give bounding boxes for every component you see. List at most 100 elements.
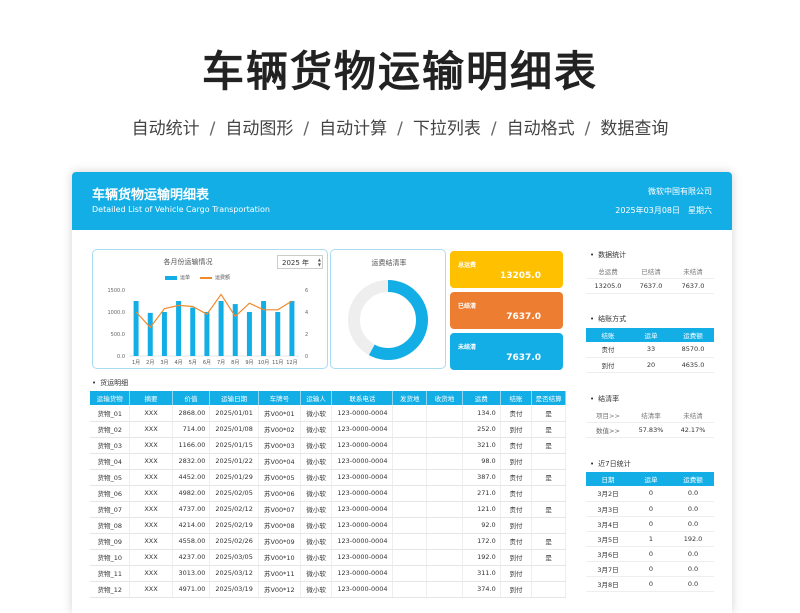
table-cell[interactable]: 到付	[500, 581, 533, 598]
table-cell[interactable]: 微小软	[300, 405, 333, 422]
table-cell[interactable]: 苏V00*08	[258, 517, 301, 534]
table-cell[interactable]: XXX	[129, 549, 173, 566]
table-cell[interactable]: XXX	[129, 581, 173, 598]
table-cell[interactable]: XXX	[129, 453, 173, 470]
table-cell[interactable]: 2025/01/08	[209, 421, 259, 438]
table-cell[interactable]: 到付	[500, 517, 533, 534]
table-cell[interactable]: 134.0	[462, 405, 501, 422]
table-cell[interactable]: 责付	[500, 485, 533, 502]
table-cell[interactable]: 责付	[500, 437, 533, 454]
table-cell[interactable]: 374.0	[462, 581, 501, 598]
table-cell[interactable]	[392, 421, 428, 438]
table-cell[interactable]: 387.0	[462, 469, 501, 486]
table-cell[interactable]: 98.0	[462, 453, 501, 470]
table-cell[interactable]	[426, 405, 463, 422]
table-row[interactable]: 货物_11 XXX 3013.00 2025/03/12 苏V00*11 微小软 123-0…	[90, 565, 566, 582]
table-cell[interactable]: 2025/01/29	[209, 469, 259, 486]
table-row[interactable]: 货物_04 XXX 2832.00 2025/01/22 苏V00*04 微小软 123-0…	[90, 453, 566, 470]
table-cell[interactable]	[426, 437, 463, 454]
table-cell[interactable]: XXX	[129, 421, 173, 438]
table-cell[interactable]: 2832.00	[172, 453, 211, 470]
table-cell[interactable]: 是	[531, 405, 566, 422]
table-cell[interactable]: 123-0000-0004	[331, 565, 394, 582]
table-cell[interactable]: 4558.00	[172, 533, 211, 550]
table-cell[interactable]: 是	[531, 533, 566, 550]
table-cell[interactable]: XXX	[129, 501, 173, 518]
table-cell[interactable]	[426, 453, 463, 470]
table-cell[interactable]: 货物_02	[90, 421, 131, 438]
table-cell[interactable]: 货物_10	[90, 549, 131, 566]
table-cell[interactable]: 123-0000-0004	[331, 485, 394, 502]
table-cell[interactable]	[392, 565, 428, 582]
table-cell[interactable]: 2025/02/05	[209, 485, 259, 502]
table-cell[interactable]: XXX	[129, 565, 173, 582]
table-row[interactable]: 货物_05 XXX 4452.00 2025/01/29 苏V00*05 微小软 123-0…	[90, 469, 566, 486]
table-row[interactable]: 货物_12 XXX 4971.00 2025/03/19 苏V00*12 微小软 123-0…	[90, 581, 566, 598]
table-cell[interactable]: 4214.00	[172, 517, 211, 534]
table-cell[interactable]: 是	[531, 549, 566, 566]
table-cell[interactable]: 微小软	[300, 565, 333, 582]
table-cell[interactable]	[392, 437, 428, 454]
table-cell[interactable]	[392, 581, 428, 598]
table-cell[interactable]: 责付	[500, 533, 533, 550]
table-cell[interactable]: 123-0000-0004	[331, 469, 394, 486]
table-cell[interactable]	[392, 485, 428, 502]
table-cell[interactable]	[392, 517, 428, 534]
table-cell[interactable]	[531, 453, 566, 470]
table-cell[interactable]	[426, 501, 463, 518]
table-cell[interactable]: 123-0000-0004	[331, 453, 394, 470]
table-cell[interactable]: 252.0	[462, 421, 501, 438]
table-cell[interactable]: 货物_05	[90, 469, 131, 486]
table-cell[interactable]: 是	[531, 421, 566, 438]
table-cell[interactable]: 121.0	[462, 501, 501, 518]
table-cell[interactable]: 2025/02/12	[209, 501, 259, 518]
table-cell[interactable]: 货物_06	[90, 485, 131, 502]
table-cell[interactable]: 苏V00*12	[258, 581, 301, 598]
table-cell[interactable]: 4737.00	[172, 501, 211, 518]
table-row[interactable]: 货物_08 XXX 4214.00 2025/02/19 苏V00*08 微小软 123-0…	[90, 517, 566, 534]
table-cell[interactable]: 苏V00*09	[258, 533, 301, 550]
table-cell[interactable]: 92.0	[462, 517, 501, 534]
table-row[interactable]: 货物_02 XXX 714.00 2025/01/08 苏V00*02 微小软 123-00…	[90, 421, 566, 438]
table-cell[interactable]	[392, 469, 428, 486]
table-cell[interactable]: 2025/02/19	[209, 517, 259, 534]
table-cell[interactable]	[426, 581, 463, 598]
table-cell[interactable]: 微小软	[300, 549, 333, 566]
table-cell[interactable]	[392, 533, 428, 550]
table-cell[interactable]: XXX	[129, 533, 173, 550]
table-cell[interactable]: 到付	[500, 421, 533, 438]
table-cell[interactable]: 货物_12	[90, 581, 131, 598]
table-cell[interactable]: 2025/03/19	[209, 581, 259, 598]
table-cell[interactable]: 123-0000-0004	[331, 533, 394, 550]
table-cell[interactable]: 苏V00*05	[258, 469, 301, 486]
table-cell[interactable]: 是	[531, 501, 566, 518]
table-cell[interactable]	[426, 485, 463, 502]
table-cell[interactable]: 苏V00*04	[258, 453, 301, 470]
table-row[interactable]: 货物_03 XXX 1166.00 2025/01/15 苏V00*03 微小软 123-0…	[90, 437, 566, 454]
table-cell[interactable]: 1166.00	[172, 437, 211, 454]
table-cell[interactable]: 2025/01/22	[209, 453, 259, 470]
table-row[interactable]: 货物_06 XXX 4982.00 2025/02/05 苏V00*06 微小软 123-0…	[90, 485, 566, 502]
table-cell[interactable]	[426, 517, 463, 534]
table-cell[interactable]: 微小软	[300, 485, 333, 502]
table-cell[interactable]	[426, 565, 463, 582]
table-cell[interactable]: 货物_11	[90, 565, 131, 582]
table-cell[interactable]: 微小软	[300, 421, 333, 438]
table-cell[interactable]: 123-0000-0004	[331, 421, 394, 438]
table-cell[interactable]: 微小软	[300, 469, 333, 486]
table-cell[interactable]: 3013.00	[172, 565, 211, 582]
table-cell[interactable]: 2025/02/26	[209, 533, 259, 550]
table-cell[interactable]: 2025/03/05	[209, 549, 259, 566]
table-cell[interactable]: 311.0	[462, 565, 501, 582]
table-cell[interactable]: XXX	[129, 405, 173, 422]
table-cell[interactable]: XXX	[129, 485, 173, 502]
table-row[interactable]: 货物_01 XXX 2868.00 2025/01/01 苏V00*01 微小软 123-0…	[90, 405, 566, 422]
table-cell[interactable]: 苏V00*11	[258, 565, 301, 582]
table-row[interactable]: 货物_07 XXX 4737.00 2025/02/12 苏V00*07 微小软 123-0…	[90, 501, 566, 518]
table-cell[interactable]: 271.0	[462, 485, 501, 502]
table-cell[interactable]: 4237.00	[172, 549, 211, 566]
table-cell[interactable]: 货物_07	[90, 501, 131, 518]
table-cell[interactable]: 是	[531, 437, 566, 454]
table-cell[interactable]	[531, 565, 566, 582]
table-cell[interactable]: 责付	[500, 501, 533, 518]
